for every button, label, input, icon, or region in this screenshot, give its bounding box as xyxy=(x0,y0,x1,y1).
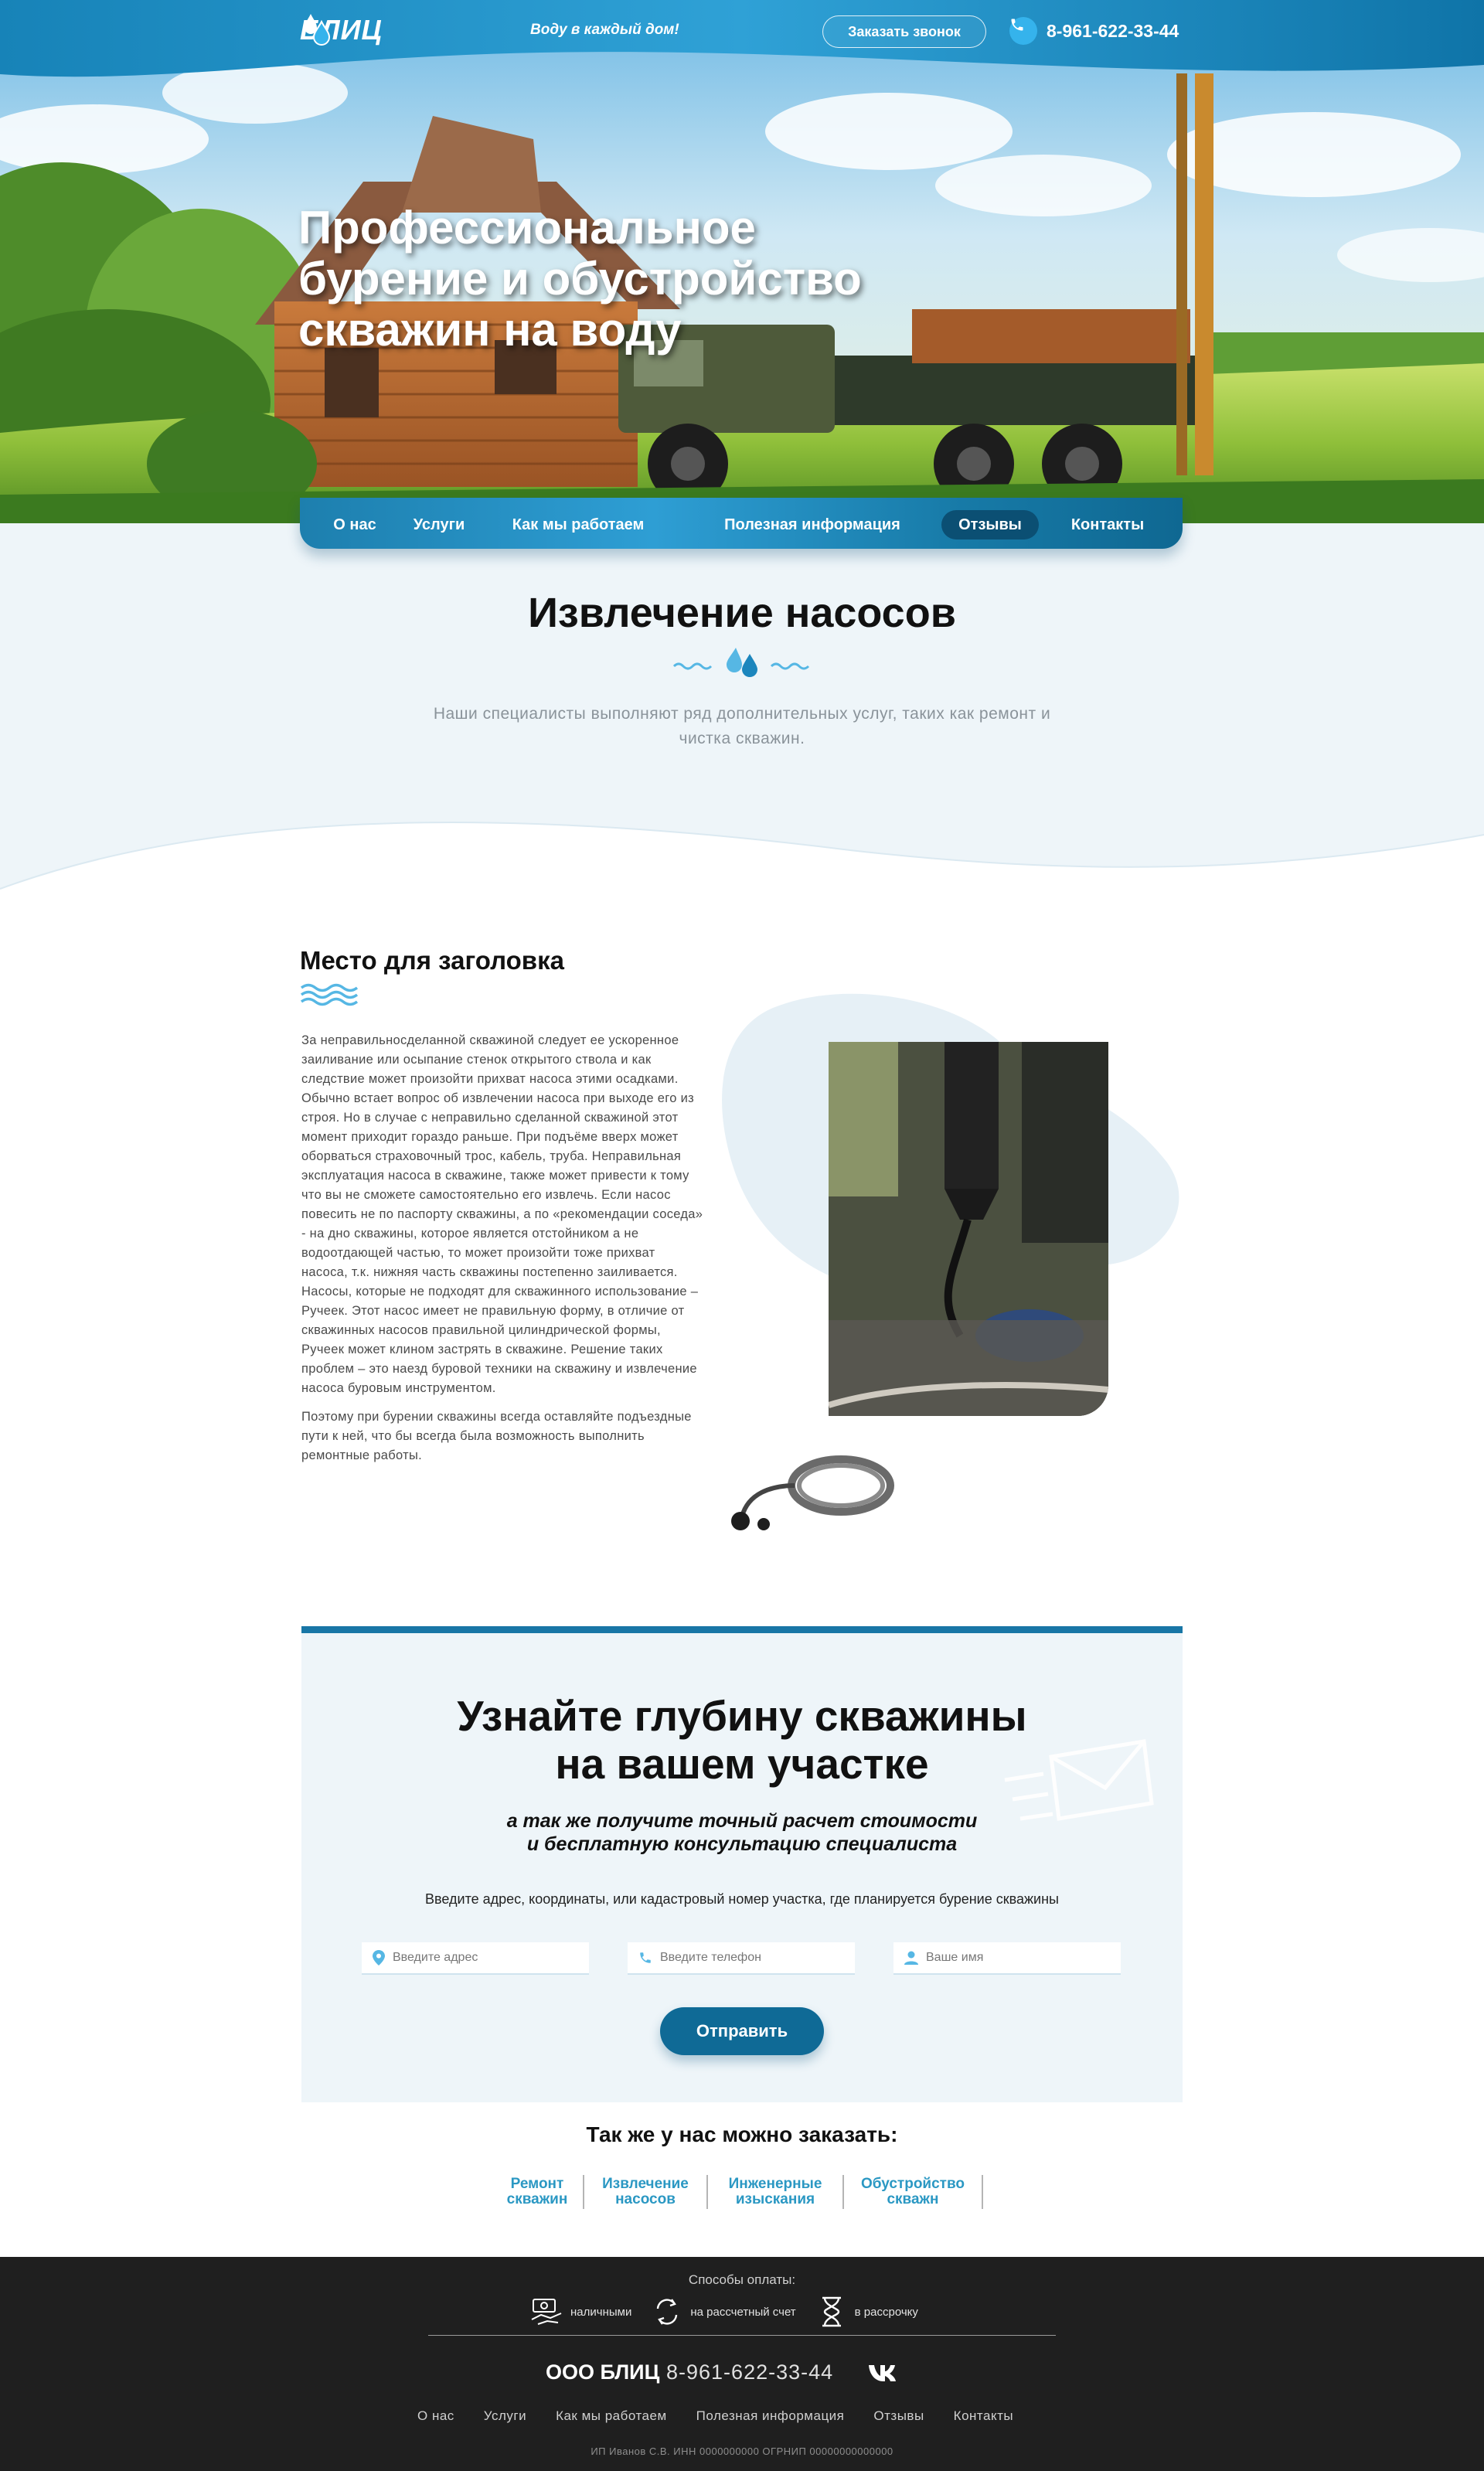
payment-bank-transfer: на рассчетный счет xyxy=(652,2296,796,2327)
hero-title-line: Профессиональное xyxy=(298,202,756,254)
call-request-button[interactable]: Заказать звонок xyxy=(822,15,986,48)
pump-extraction-photo xyxy=(829,1042,1108,1416)
link-line: скважн xyxy=(887,2191,939,2207)
form-hint: Введите адрес, координаты, или кадастров… xyxy=(425,1891,1059,1907)
submit-button[interactable]: Отправить xyxy=(660,2007,824,2055)
footer-divider xyxy=(428,2335,1056,2336)
footer: Способы оплаты: наличными на рассчетный … xyxy=(0,2257,1484,2471)
address-input[interactable] xyxy=(393,1951,570,1965)
footer-nav-useful-info[interactable]: Полезная информация xyxy=(696,2408,845,2424)
header-phone-number: 8-961-622-33-44 xyxy=(1047,20,1179,41)
main-nav: О нас Услуги Как мы работаем Полезная ин… xyxy=(300,498,1183,549)
phone-icon xyxy=(1009,17,1037,45)
link-well-arrangement[interactable]: Обустройство скважн xyxy=(844,2175,983,2209)
hero-title-line: бурение и обустройство xyxy=(298,253,862,305)
nav-item-how-we-work[interactable]: Как мы работаем xyxy=(502,510,654,539)
payment-methods-title: Способы оплаты: xyxy=(688,2272,796,2287)
address-field[interactable] xyxy=(362,1942,589,1975)
link-line: Обустройство xyxy=(860,2176,965,2192)
cash-icon xyxy=(531,2299,562,2325)
logo[interactable]: БЛИЦ xyxy=(300,11,383,49)
header-phone[interactable]: 8-961-622-33-44 xyxy=(1009,17,1179,45)
article-paragraph: За неправильносделанной скважиной следуе… xyxy=(301,1033,703,1395)
payment-label: наличными xyxy=(570,2305,632,2319)
form-subtitle-line: а так же получите точный расчет стоимост… xyxy=(506,1810,978,1832)
waves-icon xyxy=(300,983,359,1006)
footer-nav: О нас Услуги Как мы работаем Полезная ин… xyxy=(417,2408,1013,2424)
footer-nav-about[interactable]: О нас xyxy=(417,2408,454,2424)
form-title: Узнайте глубину скважины на вашем участк… xyxy=(301,1692,1183,1788)
hero-section: БЛИЦ Воду в каждый дом! Заказать звонок … xyxy=(0,0,1484,523)
tagline: Воду в каждый дом! xyxy=(530,22,679,38)
nav-item-services[interactable]: Услуги xyxy=(403,510,475,539)
form-title-line: на вашем участке xyxy=(555,1740,929,1788)
article-paragraph: Поэтому при бурении скважины всегда оста… xyxy=(301,1410,692,1462)
water-drops-divider-icon xyxy=(672,648,810,677)
vk-icon[interactable] xyxy=(867,2362,901,2384)
payment-cash: наличными xyxy=(530,2296,631,2327)
top-bar-background xyxy=(0,0,1484,77)
form-title-line: Узнайте глубину скважины xyxy=(457,1692,1027,1740)
link-well-repair[interactable]: Ремонт скважин xyxy=(492,2175,584,2209)
depth-request-form: Узнайте глубину скважины на вашем участк… xyxy=(301,1626,1183,2102)
hero-title-line: скважин на воду xyxy=(298,304,682,356)
nav-item-reviews[interactable]: Отзывы xyxy=(941,510,1039,539)
nav-item-contacts[interactable]: Контакты xyxy=(1057,510,1158,539)
nav-item-about[interactable]: О нас xyxy=(323,510,386,539)
footer-phone[interactable]: 8-961-622-33-44 xyxy=(666,2360,833,2384)
link-line: изыскания xyxy=(735,2191,815,2207)
hero-title: Профессиональное бурение и обустройство … xyxy=(298,203,994,356)
payment-label: в рассрочку xyxy=(854,2305,918,2319)
location-pin-icon xyxy=(373,1950,385,1966)
link-pump-extraction[interactable]: Извлечение насосов xyxy=(584,2175,708,2209)
form-subtitle-line: и бесплатную консультацию специалиста xyxy=(526,1833,958,1855)
payment-installments: в рассрочку xyxy=(816,2296,918,2328)
name-field[interactable] xyxy=(893,1942,1121,1975)
link-line: скважин xyxy=(506,2191,568,2207)
name-input[interactable] xyxy=(926,1951,1104,1965)
phone-icon xyxy=(640,1952,651,1963)
article-heading: Место для заголовка xyxy=(300,946,564,975)
transfer-icon xyxy=(657,2299,678,2325)
payment-label: на рассчетный счет xyxy=(690,2305,796,2319)
user-icon xyxy=(904,1951,918,1965)
also-order-links: Ремонт скважин Извлечение насосов Инженерн… xyxy=(492,2175,983,2211)
link-line: Инженерные xyxy=(728,2176,822,2192)
footer-nav-services[interactable]: Услуги xyxy=(484,2408,526,2424)
footer-nav-how-we-work[interactable]: Как мы работаем xyxy=(556,2408,667,2424)
footer-nav-reviews[interactable]: Отзывы xyxy=(873,2408,924,2424)
link-line: Извлечение xyxy=(602,2176,689,2192)
article-body: За неправильносделанной скважиной следуе… xyxy=(301,1031,703,1465)
water-drops-icon xyxy=(305,14,331,46)
top-bar: БЛИЦ Воду в каждый дом! Заказать звонок … xyxy=(0,0,1484,85)
form-subtitle: а так же получите точный расчет стоимост… xyxy=(301,1809,1183,1856)
link-line: насосов xyxy=(615,2191,676,2207)
intro-text: Наши специалисты выполняют ряд дополните… xyxy=(433,705,1051,747)
link-engineering-surveys[interactable]: Инженерные изыскания xyxy=(708,2175,844,2209)
footer-brand: ООО БЛИЦ xyxy=(546,2360,660,2384)
also-order-title: Так же у нас можно заказать: xyxy=(586,2122,898,2146)
footer-legal: ИП Иванов С.В. ИНН 0000000000 ОГРНИП 000… xyxy=(591,2445,893,2457)
page-title: Извлечение насосов xyxy=(528,590,956,636)
link-line: Ремонт xyxy=(510,2176,564,2192)
hourglass-icon xyxy=(822,2296,841,2327)
page: БЛИЦ Воду в каждый дом! Заказать звонок … xyxy=(0,0,1484,2471)
pump-hose-image xyxy=(731,1455,894,1530)
wave-separator xyxy=(0,822,1484,935)
nav-item-useful-info[interactable]: Полезная информация xyxy=(714,510,910,539)
phone-field[interactable] xyxy=(628,1942,855,1975)
footer-nav-contacts[interactable]: Контакты xyxy=(954,2408,1013,2424)
phone-input[interactable] xyxy=(660,1951,838,1965)
payment-methods: наличными на рассчетный счет в рассрочку xyxy=(530,2296,918,2328)
